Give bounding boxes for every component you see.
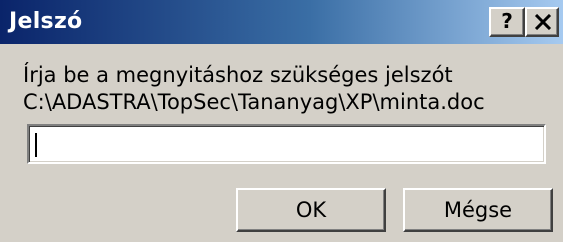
text-caret: [35, 133, 37, 157]
file-path-text: C:\ADASTRA\TopSec\Tananyag\XP\minta.doc: [23, 90, 485, 114]
window-title: Jelszó: [9, 9, 83, 34]
password-dialog: Jelszó ? Írja be a megnyitáshoz szüksége…: [0, 0, 563, 242]
cancel-button[interactable]: Mégse: [403, 188, 553, 232]
title-bar[interactable]: Jelszó ?: [0, 0, 563, 44]
password-input[interactable]: [27, 124, 546, 164]
ok-button[interactable]: OK: [236, 188, 386, 232]
help-button[interactable]: ?: [489, 7, 525, 37]
close-icon: [534, 14, 552, 30]
prompt-text: Írja be a megnyitáshoz szükséges jelszót: [23, 63, 453, 87]
close-button[interactable]: [525, 7, 559, 37]
